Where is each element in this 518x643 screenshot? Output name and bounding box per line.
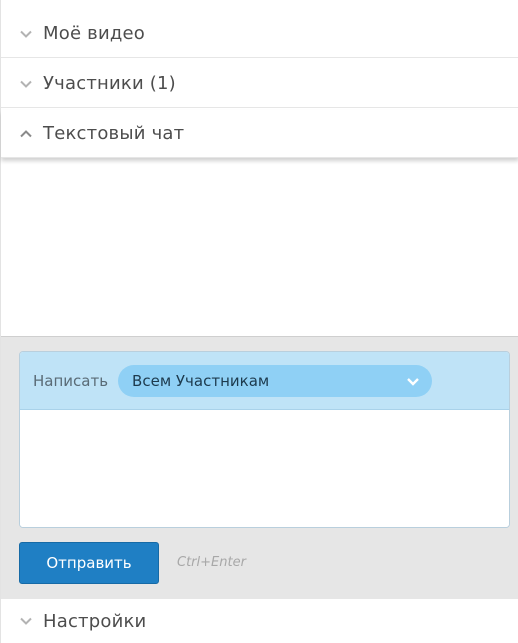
write-label: Написать — [33, 371, 109, 390]
conference-side-panel: Моё видео Участники (1) Текстовый чат На… — [0, 0, 518, 643]
compose-header: Написать Всем Участникам — [20, 352, 509, 410]
send-shortcut-hint: Ctrl+Enter — [177, 555, 246, 570]
message-input[interactable] — [20, 410, 509, 527]
chat-compose-panel: Написать Всем Участникам Отправить Ctrl+… — [1, 336, 518, 598]
chevron-up-icon — [20, 129, 32, 137]
recipient-selected-value: Всем Участникам — [132, 371, 270, 390]
section-header-my-video[interactable]: Моё видео — [1, 10, 518, 58]
section-label-participants: Участники (1) — [43, 73, 176, 94]
section-header-participants[interactable]: Участники (1) — [1, 60, 518, 108]
section-header-text-chat[interactable]: Текстовый чат — [1, 110, 518, 158]
send-button[interactable]: Отправить — [19, 542, 159, 584]
compose-box: Написать Всем Участникам — [19, 351, 510, 528]
chat-messages-area[interactable] — [1, 158, 518, 336]
chevron-down-icon — [20, 30, 32, 38]
chevron-down-icon — [20, 80, 32, 88]
section-label-settings: Настройки — [43, 610, 147, 632]
recipient-select[interactable]: Всем Участникам — [118, 364, 433, 397]
chevron-down-icon — [407, 377, 419, 386]
section-label-text-chat: Текстовый чат — [43, 123, 185, 144]
section-label-my-video: Моё видео — [43, 23, 145, 44]
section-header-settings[interactable]: Настройки — [1, 598, 518, 643]
chevron-down-icon — [20, 617, 32, 625]
